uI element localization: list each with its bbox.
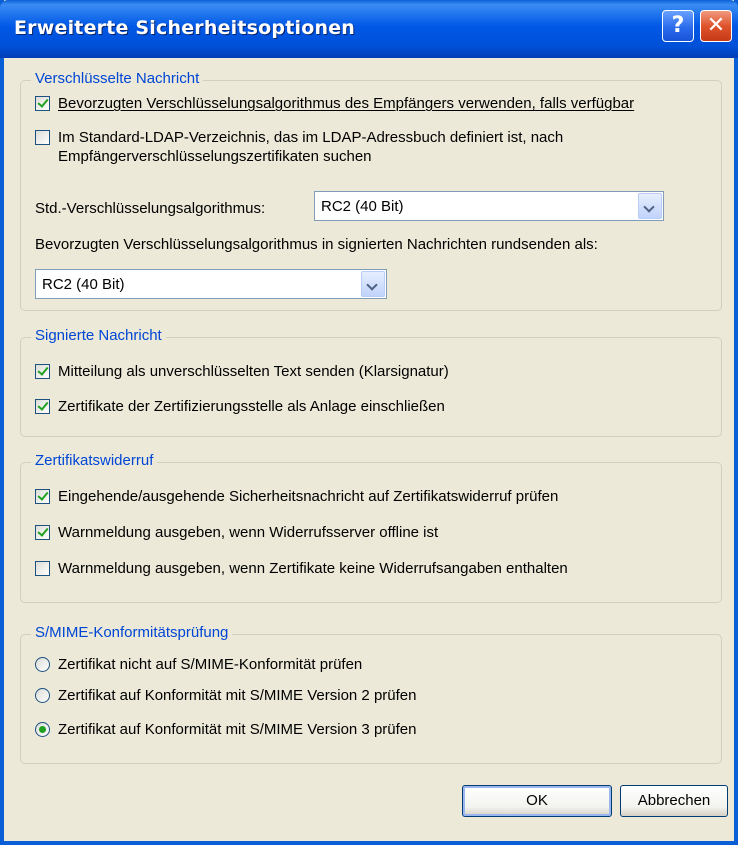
checkbox-row-warn-no-revocation-info[interactable]: Warnmeldung ausgeben, wenn Zertifikate k… [35, 559, 568, 578]
broadcast-algo-dropdown[interactable]: RC2 (40 Bit) [35, 269, 387, 299]
group-title-revocation: Zertifikatswiderruf [31, 452, 158, 469]
radio-label: Zertifikat nicht auf S/MIME-Konformität … [58, 656, 363, 673]
checkbox-row-check-revocation[interactable]: Eingehende/ausgehende Sicherheitsnachric… [35, 487, 558, 506]
radio-label: Zertifikat auf Konformität mit S/MIME Ve… [58, 687, 417, 704]
radio-row-no-check[interactable]: Zertifikat nicht auf S/MIME-Konformität … [35, 655, 362, 674]
group-title-smime: S/MIME-Konformitätsprüfung [31, 624, 233, 641]
ok-button[interactable]: OK [462, 785, 612, 817]
close-icon[interactable]: ✕ [700, 10, 732, 42]
checkbox-row-preferred-recipient-algo[interactable]: Bevorzugten Verschlüsselungsalgorithmus … [35, 94, 634, 113]
group-smime-compliance: S/MIME-Konformitätsprüfung Zertifikat ni… [20, 624, 722, 764]
checkbox-label: Eingehende/ausgehende Sicherheitsnachric… [58, 488, 559, 505]
checkbox-label: Zertifikate der Zertifizierungsstelle al… [58, 398, 445, 415]
group-certificate-revocation: Zertifikatswiderruf Eingehende/ausgehend… [20, 452, 722, 603]
checkbox-label: Mitteilung als unverschlüsselten Text se… [58, 363, 449, 380]
group-signed-message: Signierte Nachricht Mitteilung als unver… [20, 327, 722, 437]
radio-smime-v3[interactable] [35, 722, 50, 737]
title-bar[interactable]: Erweiterte Sicherheitsoptionen ? ✕ [0, 0, 738, 58]
checkbox-check-revocation[interactable] [35, 489, 50, 504]
checkbox-label: Warnmeldung ausgeben, wenn Zertifikate k… [58, 560, 568, 577]
cancel-button[interactable]: Abbrechen [620, 785, 728, 817]
dialog-window: Erweiterte Sicherheitsoptionen ? ✕ Versc… [0, 0, 738, 845]
checkbox-warn-no-revocation-info[interactable] [35, 561, 50, 576]
std-algo-dropdown[interactable]: RC2 (40 Bit) [314, 191, 664, 221]
broadcast-algo-label: Bevorzugten Verschlüsselungsalgorithmus … [35, 236, 598, 253]
radio-smime-v2[interactable] [35, 688, 50, 703]
checkbox-row-clear-signature[interactable]: Mitteilung als unverschlüsselten Text se… [35, 362, 449, 381]
radio-row-smime-v3[interactable]: Zertifikat auf Konformität mit S/MIME Ve… [35, 720, 416, 739]
radio-label: Zertifikat auf Konformität mit S/MIME Ve… [58, 721, 417, 738]
help-icon[interactable]: ? [662, 10, 694, 42]
chevron-down-icon[interactable] [361, 271, 385, 297]
checkbox-preferred-recipient-algo[interactable] [35, 96, 50, 111]
group-title-signed: Signierte Nachricht [31, 327, 166, 344]
checkbox-include-ca-certs[interactable] [35, 399, 50, 414]
checkbox-row-warn-server-offline[interactable]: Warnmeldung ausgeben, wenn Widerrufsserv… [35, 523, 438, 542]
group-title-encrypted: Verschlüsselte Nachricht [31, 70, 204, 87]
checkbox-label-line1: Im Standard-LDAP-Verzeichnis, das im LDA… [58, 129, 564, 146]
checkbox-label-line2: Empfängerverschlüsselungszertifikaten su… [58, 148, 372, 165]
checkbox-row-include-ca-certs[interactable]: Zertifikate der Zertifizierungsstelle al… [35, 397, 445, 416]
checkbox-label: Warnmeldung ausgeben, wenn Widerrufsserv… [58, 524, 439, 541]
checkbox-row-ldap-search[interactable]: Im Standard-LDAP-Verzeichnis, das im LDA… [35, 128, 563, 166]
group-encrypted-message: Verschlüsselte Nachricht Bevorzugten Ver… [20, 70, 722, 311]
radio-no-check[interactable] [35, 657, 50, 672]
std-algo-label: Std.-Verschlüsselungsalgorithmus: [35, 200, 266, 217]
checkbox-clear-signature[interactable] [35, 364, 50, 379]
checkbox-label: Bevorzugten Verschlüsselungsalgorithmus … [58, 95, 635, 112]
window-title: Erweiterte Sicherheitsoptionen [14, 17, 356, 39]
checkbox-ldap-search[interactable] [35, 130, 50, 145]
checkbox-warn-server-offline[interactable] [35, 525, 50, 540]
broadcast-algo-value: RC2 (40 Bit) [42, 276, 125, 293]
std-algo-value: RC2 (40 Bit) [321, 198, 404, 215]
radio-row-smime-v2[interactable]: Zertifikat auf Konformität mit S/MIME Ve… [35, 686, 416, 705]
checkbox-label-ldap: Im Standard-LDAP-Verzeichnis, das im LDA… [58, 128, 563, 166]
chevron-down-icon[interactable] [638, 193, 662, 219]
